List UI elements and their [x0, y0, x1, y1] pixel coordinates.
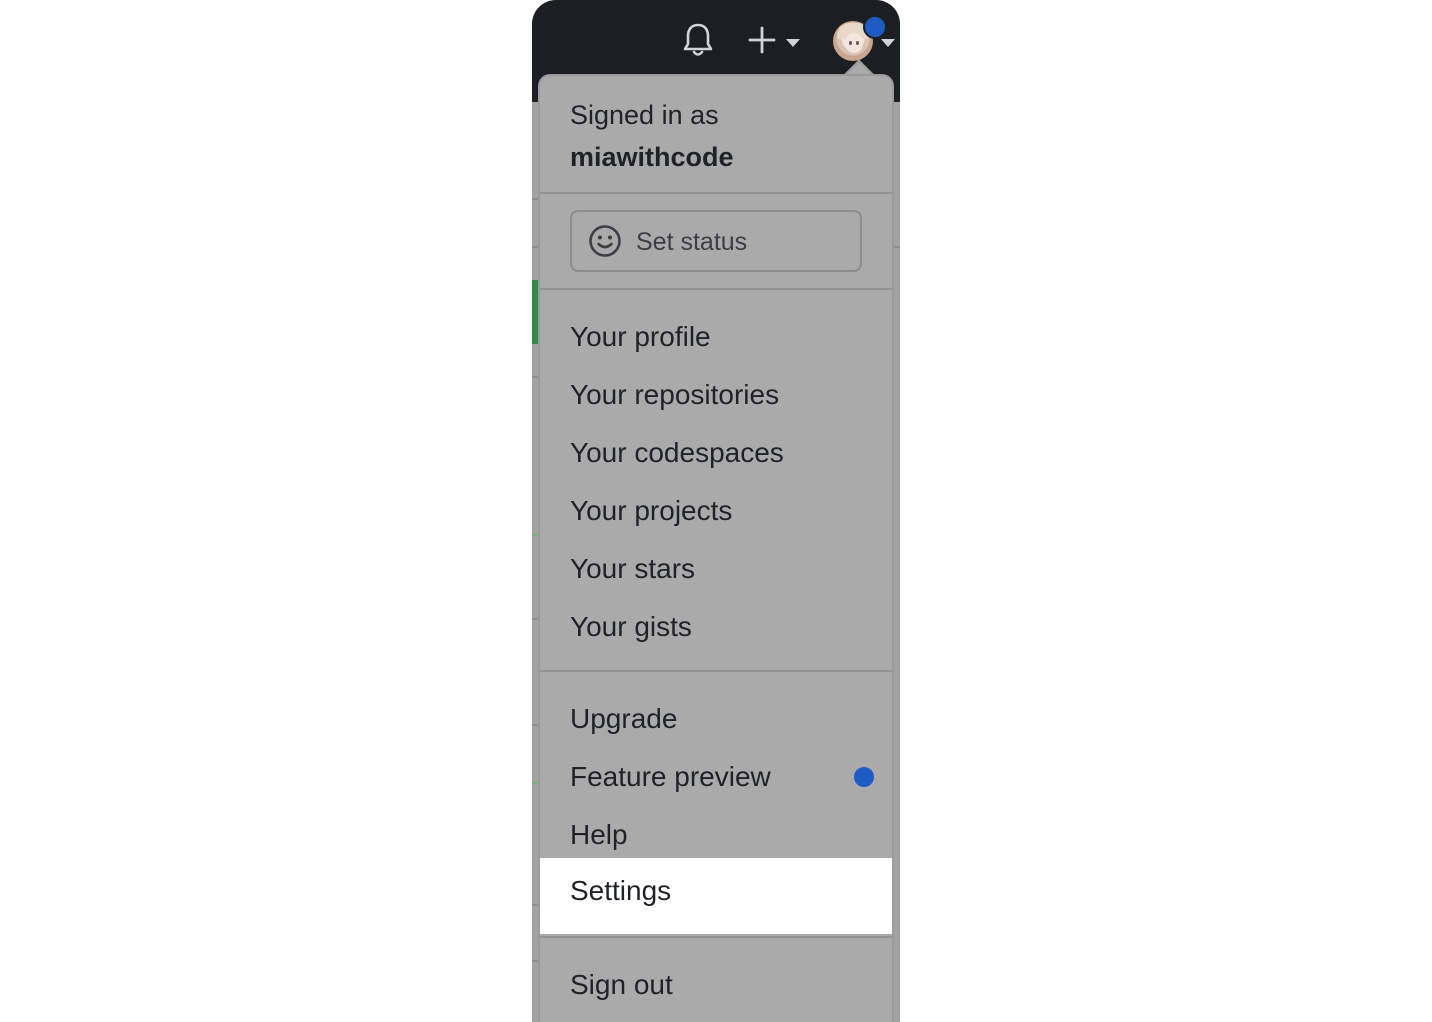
bell-icon[interactable]: [682, 22, 714, 58]
menu-item-your-projects[interactable]: Your projects: [540, 482, 892, 540]
chevron-down-icon[interactable]: [880, 38, 896, 48]
user-dropdown-menu: Signed in as miawithcode Set status Your…: [538, 74, 894, 1022]
menu-item-settings[interactable]: Settings: [540, 858, 892, 934]
set-status-button[interactable]: Set status: [570, 210, 862, 272]
username[interactable]: miawithcode: [570, 142, 734, 172]
menu-item-help[interactable]: Help: [540, 806, 892, 864]
smiley-icon: [589, 225, 621, 257]
menu-item-your-repositories[interactable]: Your repositories: [540, 366, 892, 424]
menu-item-your-codespaces[interactable]: Your codespaces: [540, 424, 892, 482]
feature-preview-indicator-dot: [854, 767, 874, 787]
feature-preview-label: Feature preview: [570, 761, 771, 792]
menu-item-upgrade[interactable]: Upgrade: [540, 690, 892, 748]
menu-divider: [540, 936, 892, 938]
chevron-down-icon[interactable]: [785, 38, 801, 48]
menu-item-sign-out[interactable]: Sign out: [540, 956, 892, 1014]
background-divider: [894, 246, 900, 248]
notification-dot: [863, 15, 887, 39]
menu-item-your-profile[interactable]: Your profile: [540, 308, 892, 366]
menu-divider: [540, 192, 892, 194]
menu-item-your-gists[interactable]: Your gists: [540, 598, 892, 656]
signed-in-label: Signed in as: [570, 100, 719, 130]
plus-icon[interactable]: [748, 26, 776, 54]
menu-divider: [540, 288, 892, 290]
set-status-label: Set status: [636, 228, 748, 256]
menu-divider: [540, 670, 892, 672]
menu-item-your-stars[interactable]: Your stars: [540, 540, 892, 598]
menu-item-feature-preview[interactable]: Feature preview: [540, 748, 892, 806]
